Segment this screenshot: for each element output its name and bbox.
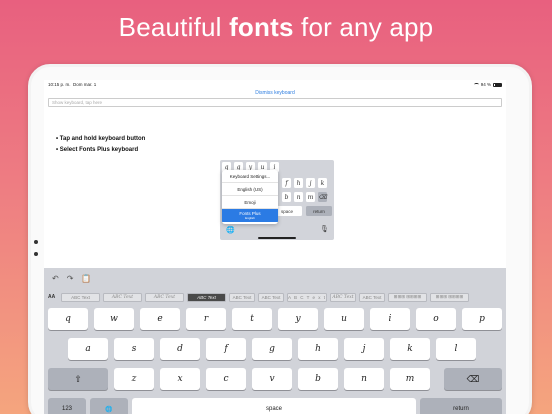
key-t[interactable]: t — [232, 308, 272, 330]
key-o[interactable]: o — [416, 308, 456, 330]
redo-icon[interactable]: ↷ — [67, 274, 74, 283]
menu-item-fonts-plus-sub: English — [245, 215, 255, 220]
dismiss-keyboard-button[interactable]: Dismiss keyboard — [44, 89, 506, 98]
key-e[interactable]: e — [140, 308, 180, 330]
key-h[interactable]: h — [298, 338, 338, 360]
mini-key: b — [282, 192, 291, 202]
keyboard-switcher-menu: Keyboard Settings... English (US) Emoji … — [222, 170, 278, 224]
font-chip-selected[interactable]: ABC Text — [187, 292, 226, 302]
font-chip[interactable]: ABC Text — [61, 292, 100, 302]
paste-icon[interactable]: 📋 — [81, 274, 91, 283]
key-b[interactable]: b — [298, 368, 338, 390]
mini-key: f — [282, 178, 291, 188]
mini-globe-icon: 🌐 — [226, 227, 235, 234]
font-size-toggle[interactable]: AA — [48, 294, 58, 300]
headline-bold: fonts — [229, 12, 294, 42]
font-chip[interactable]: ABC Text — [330, 292, 356, 302]
mini-key: k — [318, 178, 327, 188]
text-input[interactable]: Show keyboard, tap here — [48, 98, 502, 107]
key-l[interactable]: l — [436, 338, 476, 360]
menu-item-keyboard-settings[interactable]: Keyboard Settings... — [222, 170, 278, 183]
key-n[interactable]: n — [344, 368, 384, 390]
sensor-dot — [34, 252, 38, 256]
key-k[interactable]: k — [390, 338, 430, 360]
font-chip[interactable]: ⊞⊞⊞ ⊞⊞⊞⊞ — [388, 292, 427, 302]
headline: Beautiful fonts for any app — [0, 12, 552, 43]
key-p[interactable]: p — [462, 308, 502, 330]
ipad-screen: 10:15 p. m. Dom mar. 1 94 % Dismiss keyb… — [44, 80, 506, 414]
camera-dot — [34, 240, 38, 244]
key-s[interactable]: s — [114, 338, 154, 360]
key-x[interactable]: x — [160, 368, 200, 390]
key-m[interactable]: m — [390, 368, 430, 390]
wifi-icon — [473, 83, 479, 86]
numbers-key[interactable]: 123 — [48, 398, 86, 414]
battery-percent: 94 % — [480, 82, 491, 87]
key-i[interactable]: i — [370, 308, 410, 330]
fonts-keyboard: ↶ ↷ 📋 AA ABC Text ABC Text ABC Text ABC … — [44, 268, 506, 414]
mini-key: n — [294, 192, 303, 202]
headline-pre: Beautiful — [118, 12, 230, 42]
font-chip[interactable]: ABC Text — [145, 292, 184, 302]
undo-icon[interactable]: ↶ — [52, 274, 59, 283]
font-chip[interactable]: A B C T e x t — [287, 292, 327, 302]
status-bar: 10:15 p. m. Dom mar. 1 94 % — [44, 80, 506, 89]
shortcut-bar: ↶ ↷ 📋 — [44, 268, 506, 288]
key-w[interactable]: w — [94, 308, 134, 330]
key-g[interactable]: g — [252, 338, 292, 360]
menu-item-emoji[interactable]: Emoji — [222, 196, 278, 209]
font-chip[interactable]: ABC Text — [103, 292, 142, 302]
instruction-1: • Tap and hold keyboard button — [56, 136, 146, 142]
mini-delete-icon: ⌫ — [318, 192, 327, 202]
key-u[interactable]: u — [324, 308, 364, 330]
menu-item-english[interactable]: English (US) — [222, 183, 278, 196]
battery-icon — [493, 82, 502, 87]
headline-post: for any app — [293, 12, 434, 42]
key-c[interactable]: c — [206, 368, 246, 390]
key-q[interactable]: q — [48, 308, 88, 330]
font-chip[interactable]: ABC Text — [258, 292, 284, 302]
menu-item-fonts-plus[interactable]: Fonts Plus English — [222, 209, 278, 222]
mini-return-key: return — [306, 206, 332, 216]
status-time: 10:15 p. m. — [48, 82, 71, 87]
key-f[interactable]: f — [206, 338, 246, 360]
shift-icon[interactable]: ⇧ — [48, 368, 108, 390]
status-date: Dom mar. 1 — [73, 82, 97, 87]
key-d[interactable]: d — [160, 338, 200, 360]
key-v[interactable]: v — [252, 368, 292, 390]
key-r[interactable]: r — [186, 308, 226, 330]
delete-icon[interactable]: ⌫ — [444, 368, 502, 390]
font-chip[interactable]: ⊞⊞⊞ ⊞⊞⊞⊞ — [430, 292, 469, 302]
font-style-bar: AA ABC Text ABC Text ABC Text ABC Text A… — [44, 291, 506, 303]
instruction-2: • Select Fonts Plus keyboard — [56, 147, 139, 153]
font-chip[interactable]: ABC Text — [359, 292, 385, 302]
mini-home-indicator — [258, 237, 296, 239]
key-z[interactable]: z — [114, 368, 154, 390]
key-y[interactable]: y — [278, 308, 318, 330]
mini-key: j — [306, 178, 315, 188]
key-j[interactable]: j — [344, 338, 384, 360]
instructions: • Tap and hold keyboard button • Select … — [56, 134, 145, 156]
return-key[interactable]: return — [420, 398, 502, 414]
font-chip[interactable]: ABC Text — [229, 292, 255, 302]
mini-mic-icon: 🎙 — [320, 226, 329, 233]
key-a[interactable]: a — [68, 338, 108, 360]
mini-key: m — [306, 192, 315, 202]
space-key[interactable]: space — [132, 398, 416, 414]
mini-key: h — [294, 178, 303, 188]
globe-icon[interactable]: 🌐 — [90, 398, 128, 414]
